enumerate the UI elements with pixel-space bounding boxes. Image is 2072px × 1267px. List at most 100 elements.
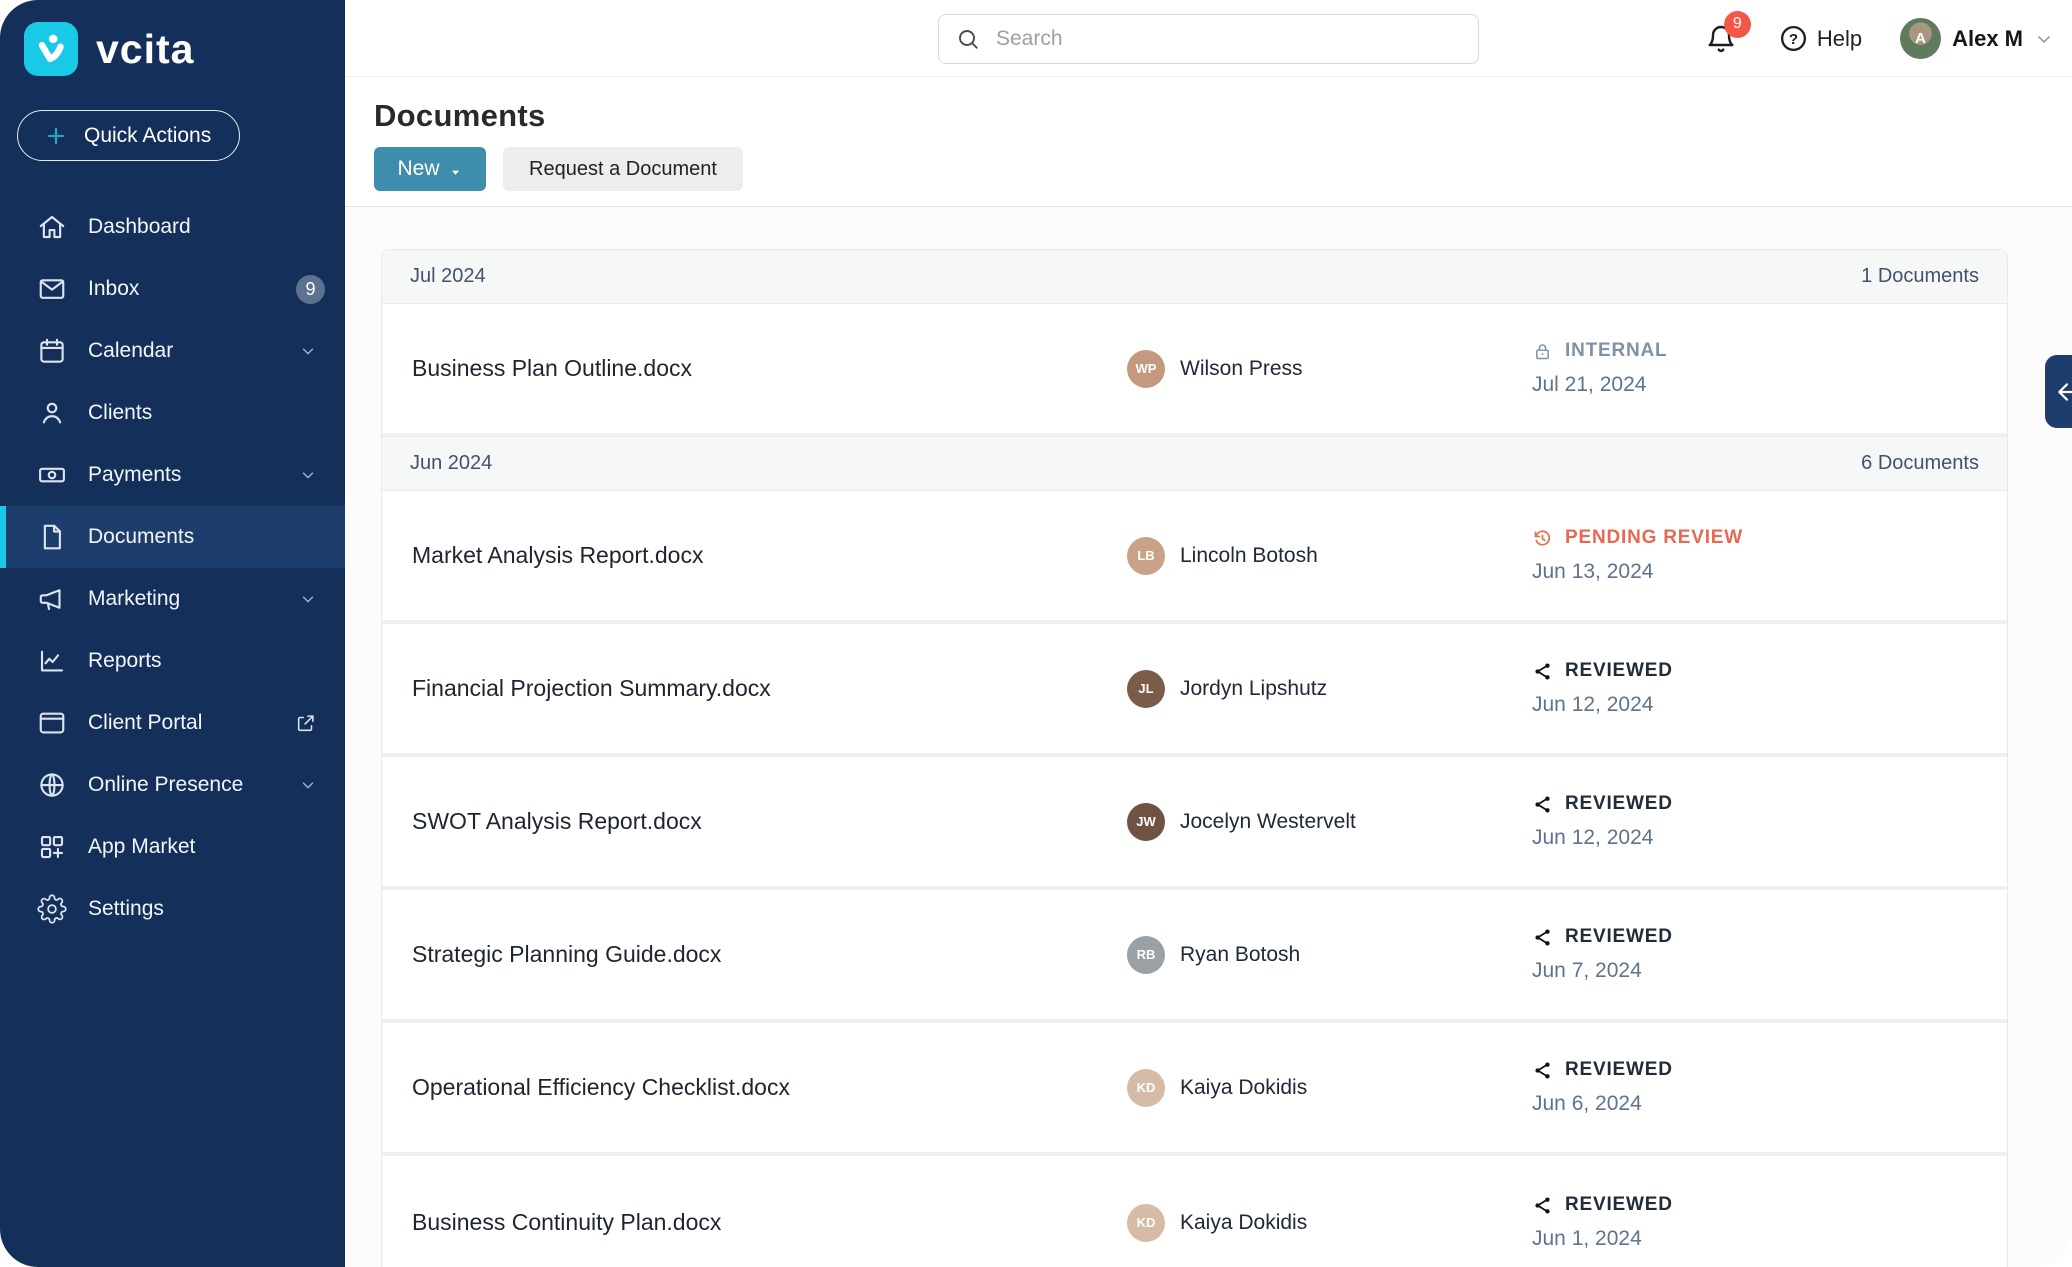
envelope-icon xyxy=(37,274,67,304)
document-status: PENDING REVIEW Jun 13, 2024 xyxy=(1532,527,1743,584)
sidebar-item-clients[interactable]: Clients xyxy=(0,382,345,444)
status-line: REVIEWED xyxy=(1532,1059,1673,1081)
group-document-count: 1 Documents xyxy=(1861,265,1979,287)
group-month-label: Jun 2024 xyxy=(410,452,493,474)
documents-card: Jul 2024 1 Documents Business Plan Outline… xyxy=(381,249,2008,1267)
group-header: Jul 2024 1 Documents xyxy=(382,250,2007,304)
gear-icon xyxy=(37,894,67,924)
sidebar-item-marketing[interactable]: Marketing xyxy=(0,568,345,630)
document-status: REVIEWED Jun 7, 2024 xyxy=(1532,926,1673,983)
arrow-left-icon xyxy=(2058,382,2072,401)
sidebar-item-label: Documents xyxy=(88,525,195,548)
owner-name: Kaiya Dokidis xyxy=(1180,1210,1308,1234)
brand: vcita xyxy=(0,0,345,76)
document-status: REVIEWED Jun 6, 2024 xyxy=(1532,1059,1673,1116)
status-line: REVIEWED xyxy=(1532,1194,1673,1216)
sidebar-item-app-market[interactable]: App Market xyxy=(0,816,345,878)
document-name: Financial Projection Summary.docx xyxy=(412,675,771,701)
lock-icon xyxy=(1532,341,1553,362)
document-name: Operational Efficiency Checklist.docx xyxy=(412,1074,790,1100)
plus-icon xyxy=(44,124,68,148)
search-box xyxy=(938,14,1479,64)
document-name: Market Analysis Report.docx xyxy=(412,542,704,568)
share-icon xyxy=(1532,1060,1553,1081)
page-title: Documents xyxy=(374,98,546,133)
grid-plus-icon xyxy=(37,832,67,862)
document-row[interactable]: Operational Efficiency Checklist.docx KD K… xyxy=(382,1023,2007,1156)
sidebar-item-label: Online Presence xyxy=(88,773,244,796)
document-row[interactable]: Strategic Planning Guide.docx RB Ryan Boto… xyxy=(382,890,2007,1023)
page-header: Documents New Request a Document xyxy=(345,77,2072,207)
help-button[interactable]: ? Help xyxy=(1779,24,1862,53)
document-row[interactable]: Business Continuity Plan.docx KD Kaiya Dok… xyxy=(382,1156,2007,1267)
document-name: Business Plan Outline.docx xyxy=(412,355,692,381)
sidebar-item-label: Inbox xyxy=(88,277,140,300)
group-header: Jun 2024 6 Documents xyxy=(382,437,2007,491)
sidebar-item-online-presence[interactable]: Online Presence xyxy=(0,754,345,816)
sidebar-item-settings[interactable]: Settings xyxy=(0,878,345,940)
status-label: REVIEWED xyxy=(1565,1059,1673,1080)
chevron-down-icon xyxy=(2034,29,2054,49)
share-icon xyxy=(1532,794,1553,815)
document-row[interactable]: Financial Projection Summary.docx JL Jordy… xyxy=(382,624,2007,757)
side-panel-toggle[interactable] xyxy=(2045,355,2072,428)
document-row[interactable]: SWOT Analysis Report.docx JW Jocelyn Weste… xyxy=(382,757,2007,890)
globe-icon xyxy=(37,770,67,800)
app-window: vcita Quick Actions Dashboard Inbox 9 Calen… xyxy=(0,0,2072,1267)
status-label: REVIEWED xyxy=(1565,660,1673,681)
unread-count-badge: 9 xyxy=(296,274,325,304)
document-row[interactable]: Business Plan Outline.docx WP Wilson Press… xyxy=(382,304,2007,437)
owner-avatar: JL xyxy=(1127,669,1165,708)
quick-actions-button[interactable]: Quick Actions xyxy=(17,110,240,161)
new-button-label: New xyxy=(397,157,440,180)
document-row[interactable]: Market Analysis Report.docx LB Lincoln Bot… xyxy=(382,491,2007,624)
vcita-logo-icon xyxy=(24,22,78,76)
user-menu[interactable]: A Alex M xyxy=(1900,18,2054,59)
external-link-icon xyxy=(295,712,317,734)
document-name: Business Continuity Plan.docx xyxy=(412,1209,722,1235)
document-status: REVIEWED Jun 12, 2024 xyxy=(1532,660,1673,717)
new-document-button[interactable]: New xyxy=(374,147,486,191)
sidebar-item-calendar[interactable]: Calendar xyxy=(0,320,345,382)
document-owner: RB Ryan Botosh xyxy=(1127,935,1532,974)
sidebar-item-reports[interactable]: Reports xyxy=(0,630,345,692)
browser-icon xyxy=(37,708,67,738)
status-label: REVIEWED xyxy=(1565,926,1673,947)
topbar: 9 ? Help A Alex M xyxy=(345,0,2072,77)
document-owner: WP Wilson Press xyxy=(1127,349,1532,388)
sidebar-item-client-portal[interactable]: Client Portal xyxy=(0,692,345,754)
search-input[interactable] xyxy=(980,15,1478,63)
sidebar-item-label: Clients xyxy=(88,401,153,424)
sidebar-item-documents[interactable]: Documents xyxy=(0,506,345,568)
chevron-down-icon xyxy=(299,342,317,360)
owner-name: Jocelyn Westervelt xyxy=(1180,809,1356,833)
notifications-button[interactable]: 9 xyxy=(1705,10,1751,55)
document-owner: LB Lincoln Botosh xyxy=(1127,536,1532,575)
owner-name: Kaiya Dokidis xyxy=(1180,1075,1308,1099)
main-area: 9 ? Help A Alex M Documents New Request … xyxy=(345,0,2072,1267)
sidebar-item-dashboard[interactable]: Dashboard xyxy=(0,196,345,258)
owner-name: Jordyn Lipshutz xyxy=(1180,676,1328,700)
search-icon xyxy=(956,27,980,51)
sidebar-item-label: Marketing xyxy=(88,587,181,610)
status-line: PENDING REVIEW xyxy=(1532,527,1743,549)
status-date: Jun 6, 2024 xyxy=(1532,1092,1642,1115)
status-date: Jun 7, 2024 xyxy=(1532,959,1642,982)
status-line: REVIEWED xyxy=(1532,926,1673,948)
request-document-button[interactable]: Request a Document xyxy=(503,147,743,191)
owner-avatar: JW xyxy=(1127,802,1165,841)
owner-name: Ryan Botosh xyxy=(1180,942,1301,966)
sidebar-item-payments[interactable]: Payments xyxy=(0,444,345,506)
document-owner: JW Jocelyn Westervelt xyxy=(1127,802,1532,841)
document-status: REVIEWED Jun 12, 2024 xyxy=(1532,793,1673,850)
share-icon xyxy=(1532,927,1553,948)
share-icon xyxy=(1532,1195,1553,1216)
user-avatar: A xyxy=(1900,18,1942,59)
megaphone-icon xyxy=(37,584,67,614)
sidebar-item-inbox[interactable]: Inbox 9 xyxy=(0,258,345,320)
owner-avatar: LB xyxy=(1127,536,1165,575)
document-name: Strategic Planning Guide.docx xyxy=(412,941,722,967)
document-owner: JL Jordyn Lipshutz xyxy=(1127,669,1532,708)
user-name: Alex M xyxy=(1952,25,2023,51)
brand-name: vcita xyxy=(96,25,195,72)
